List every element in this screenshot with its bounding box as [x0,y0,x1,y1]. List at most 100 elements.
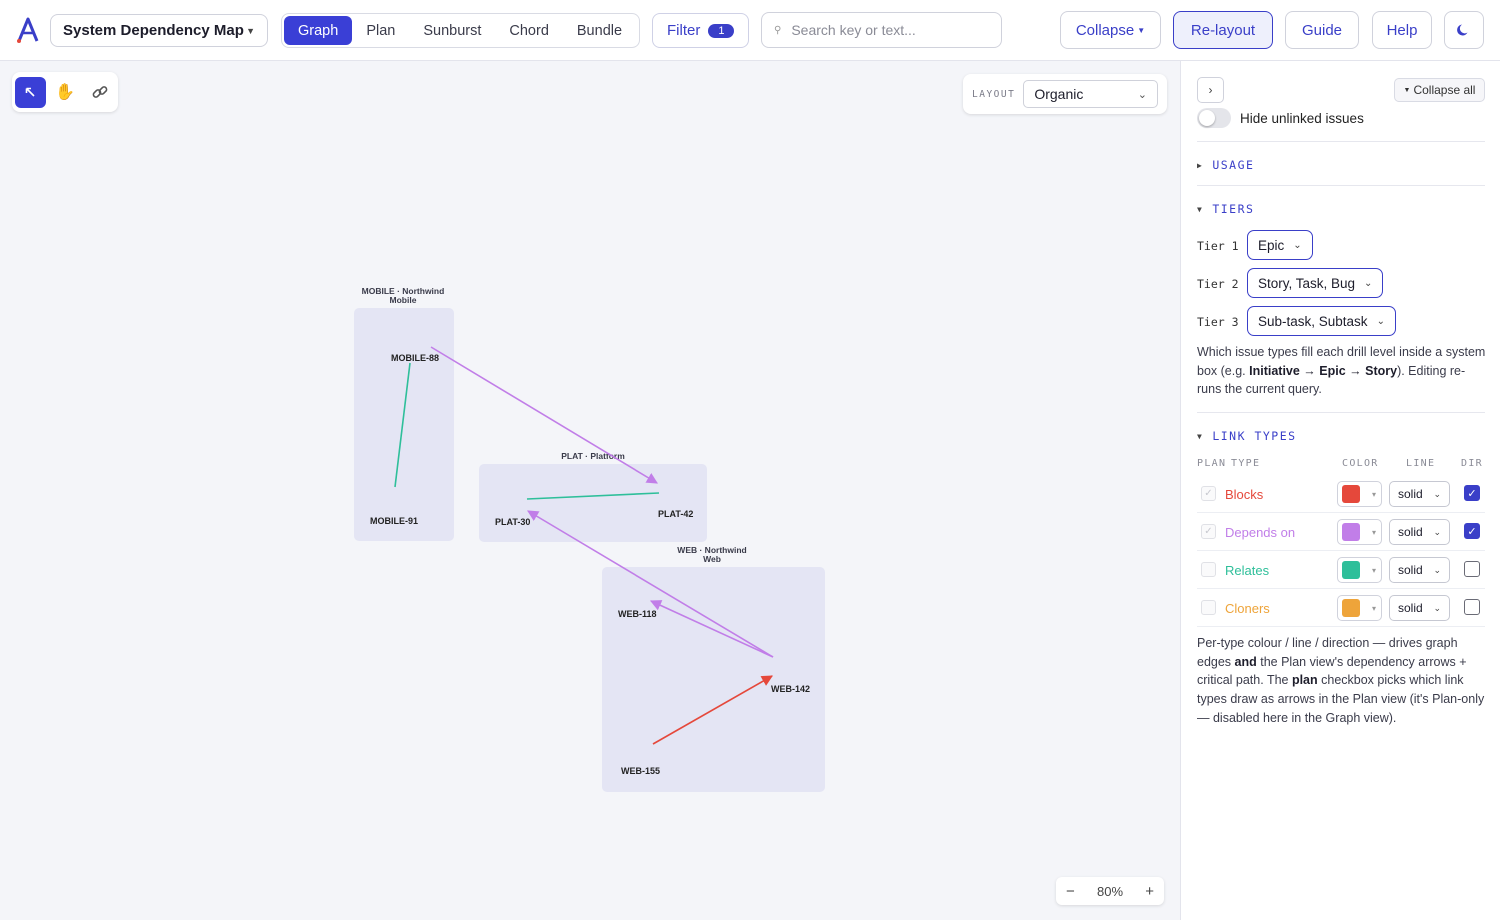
tab-bundle[interactable]: Bundle [563,16,636,45]
system-box-mobile[interactable] [354,308,454,541]
settings-panel: › ▼ Collapse all Hide unlinked issues ▶ … [1180,61,1500,920]
system-subtitle-web: Web [703,554,721,564]
column-header-type: TYPE [1231,458,1261,469]
direction-checkbox[interactable]: ✓ [1464,485,1480,501]
line-style-value: solid [1398,563,1423,577]
link-type-row: Relates ▾ solid ⌄ [1197,551,1485,589]
chevron-down-icon: ⌄ [1293,239,1302,251]
map-selector[interactable]: System Dependency Map ▼ [50,14,268,47]
filter-button[interactable]: Filter 1 [652,13,749,48]
color-picker[interactable]: ▾ [1337,481,1382,507]
filter-label: Filter [667,22,701,39]
node-label[interactable]: MOBILE-91 [370,516,418,526]
link-icon[interactable] [84,77,115,108]
system-title-plat: PLAT · Platform [561,451,625,461]
tier-1-value: Epic [1258,237,1285,253]
direction-checkbox[interactable]: ✓ [1464,523,1480,539]
search-icon: ⚲ [774,24,782,36]
theme-toggle-button[interactable] [1444,11,1484,49]
link-type-name: Depends on [1225,525,1296,540]
pointer-icon[interactable] [15,76,46,108]
tab-chord[interactable]: Chord [495,16,563,45]
system-box-web[interactable] [602,567,825,792]
layout-label: LAYOUT [972,88,1016,100]
node-label[interactable]: PLAT-42 [658,509,693,519]
plan-checkbox[interactable]: ✓ [1201,524,1216,539]
canvas-toolbox: ✋ [12,72,118,112]
node-label[interactable]: WEB-142 [771,684,810,694]
hide-unlinked-label: Hide unlinked issues [1240,111,1364,126]
color-picker[interactable]: ▾ [1337,519,1382,545]
relayout-button[interactable]: Re-layout [1173,11,1273,49]
edge-depends-on[interactable] [430,346,658,484]
collapse-button[interactable]: Collapse ▼ [1060,11,1161,49]
tier-2-value: Story, Task, Bug [1258,275,1356,291]
color-picker[interactable]: ▾ [1337,595,1382,621]
view-tabs: Graph Plan Sunburst Chord Bundle [281,13,640,48]
tier-1-select[interactable]: Epic ⌄ [1247,230,1313,260]
plan-checkbox[interactable]: ✓ [1201,486,1216,501]
plan-checkbox[interactable] [1201,600,1216,615]
link-type-name: Cloners [1225,601,1270,616]
chevron-right-icon[interactable]: › [1197,77,1224,103]
guide-button[interactable]: Guide [1285,11,1359,49]
section-usage-title: USAGE [1212,158,1255,172]
line-style-select[interactable]: solid ⌄ [1389,481,1450,507]
zoom-out-button[interactable]: − [1066,883,1075,900]
section-usage-header[interactable]: ▶ USAGE [1197,158,1254,172]
node-label[interactable]: PLAT-30 [495,517,530,527]
column-header-plan: PLAN [1197,458,1227,469]
layout-select[interactable]: Organic ⌄ [1023,80,1158,108]
node-label[interactable]: MOBILE-88 [391,353,439,363]
column-header-dir: DIR [1461,458,1483,469]
chevron-down-icon: ⌄ [1433,526,1441,537]
hand-icon[interactable]: ✋ [50,77,81,108]
chevron-down-icon: ⌄ [1376,315,1385,327]
graph-drawing: MOBILE · Northwind Mobile PLAT · Platfor… [354,286,825,792]
chevron-down-icon: ▼ [246,25,255,36]
layout-control: LAYOUT Organic ⌄ [963,74,1167,114]
link-type-row: ✓ Depends on ▾ solid ⌄ ✓ [1197,513,1485,551]
tiers-help-text: Which issue types fill each drill level … [1197,345,1486,397]
line-style-select[interactable]: solid ⌄ [1389,557,1450,583]
direction-checkbox[interactable] [1464,599,1480,615]
triangle-right-icon: ▶ [1197,160,1204,170]
direction-checkbox[interactable] [1464,561,1480,577]
hide-unlinked-toggle[interactable] [1197,108,1231,128]
section-link-types-header[interactable]: ▼ LINK TYPES [1197,429,1297,443]
divider [1197,141,1485,142]
tab-sunburst[interactable]: Sunburst [409,16,495,45]
tier-label: Tier 2 [1197,277,1239,291]
section-tiers-header[interactable]: ▼ TIERS [1197,202,1254,216]
chevron-down-icon: ▼ [1137,25,1146,35]
line-style-select[interactable]: solid ⌄ [1389,595,1450,621]
search-input[interactable] [791,22,982,38]
chevron-down-icon: ▾ [1372,603,1377,613]
tier-3-value: Sub-task, Subtask [1258,313,1368,329]
plan-checkbox[interactable] [1201,562,1216,577]
line-style-select[interactable]: solid ⌄ [1389,519,1450,545]
tab-graph[interactable]: Graph [284,16,353,45]
zoom-in-button[interactable]: + [1145,883,1154,900]
collapse-all-button[interactable]: ▼ Collapse all [1394,78,1485,102]
section-link-types-title: LINK TYPES [1212,429,1297,443]
system-subtitle-mobile: Mobile [390,295,417,305]
tier-2-select[interactable]: Story, Task, Bug ⌄ [1247,268,1384,298]
tier-3-select[interactable]: Sub-task, Subtask ⌄ [1247,306,1396,336]
link-type-row: Cloners ▾ solid ⌄ [1197,589,1485,627]
tier-label: Tier 3 [1197,315,1239,329]
node-label[interactable]: WEB-155 [621,766,660,776]
chevron-down-icon: ▾ [1372,527,1377,537]
system-box-plat[interactable] [479,464,707,542]
logo-a-icon[interactable] [16,17,40,43]
node-label[interactable]: WEB-118 [618,609,657,619]
triangle-down-icon: ▼ [1403,86,1411,94]
link-types-help-text: Per-type colour / line / direction — dri… [1197,636,1485,725]
help-button[interactable]: Help [1372,11,1432,49]
zoom-level: 80% [1096,883,1124,899]
color-picker[interactable]: ▾ [1337,557,1382,583]
tab-plan[interactable]: Plan [352,16,409,45]
color-swatch [1342,561,1360,579]
graph-canvas[interactable]: MOBILE · Northwind Mobile PLAT · Platfor… [0,61,1180,920]
link-type-row: ✓ Blocks ▾ solid ⌄ ✓ [1197,475,1485,513]
